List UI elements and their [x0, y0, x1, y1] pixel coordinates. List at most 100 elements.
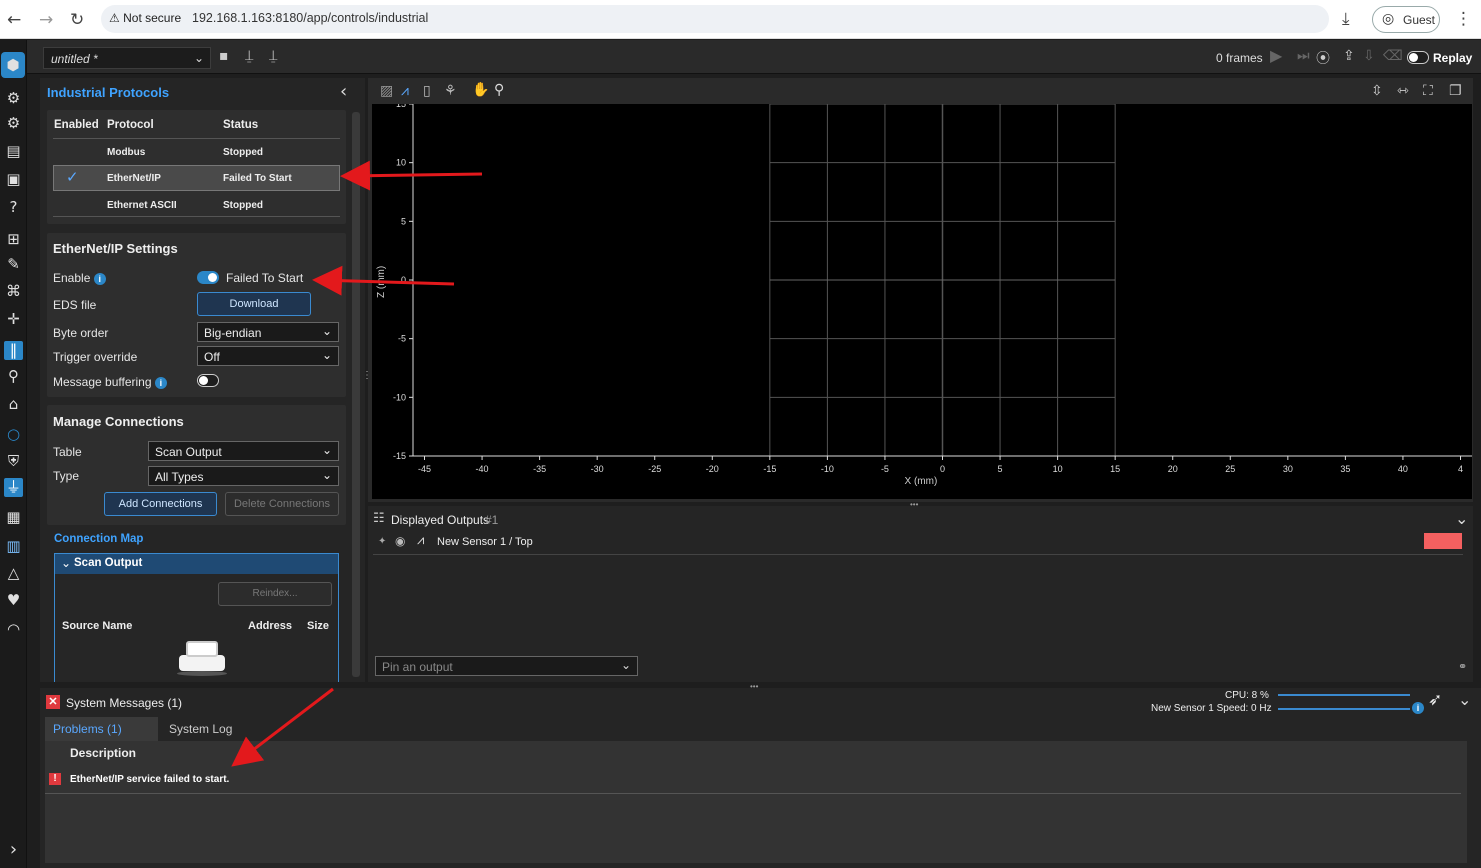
circle-icon[interactable]: ○ [4, 425, 23, 444]
tab-problems[interactable]: Problems (1) [45, 717, 158, 741]
output-name: New Sensor 1 / Top [437, 536, 533, 548]
profile-view-icon[interactable]: ⩘ [401, 83, 409, 99]
protocol-row-ethernet-ascii[interactable]: Ethernet ASCII Stopped [53, 193, 340, 217]
ethernet-ip-settings: EtherNet/IP Settings Enable i Failed To … [47, 233, 346, 397]
protocol-row-modbus[interactable]: Modbus Stopped [53, 140, 340, 164]
pin-icon[interactable]: ✦ [378, 536, 386, 547]
browser-menu-icon[interactable]: ⋮ [1455, 9, 1472, 29]
collapse-icon[interactable]: ⌄ [1455, 509, 1468, 528]
enable-label: Enable i [53, 271, 106, 285]
reindex-button[interactable]: Reindex... [218, 582, 332, 606]
rocket-icon[interactable]: ➶ [1428, 690, 1442, 710]
problem-row[interactable]: ! EtherNet/IP service failed to start. [45, 768, 1461, 794]
health-icon[interactable]: ♥ [4, 591, 23, 610]
type-select[interactable]: All Types ⌄ [148, 466, 339, 486]
fit-height-icon[interactable]: ⇳ [1371, 83, 1383, 99]
gauge-icon[interactable]: ◠ [4, 620, 23, 639]
not-secure-indicator[interactable]: ⚠ Not secure [109, 11, 181, 25]
address-bar[interactable]: ⚠ Not secure 192.168.1.163:8180/app/cont… [101, 5, 1329, 33]
dual-sensor-icon[interactable]: ⍊ [269, 48, 277, 64]
reload-icon[interactable]: ↻ [70, 10, 84, 30]
add-connections-button[interactable]: Add Connections [104, 492, 217, 516]
models-icon[interactable]: ⌘ [4, 282, 23, 301]
info-icon[interactable]: i [1412, 700, 1424, 714]
info-icon[interactable]: i [154, 376, 167, 389]
system-settings-icon[interactable]: ⚙ [4, 89, 23, 108]
protocol-status: Stopped [223, 200, 263, 211]
pin-output-select[interactable]: Pin an output ⌄ [375, 656, 638, 676]
tab-system-log[interactable]: System Log [158, 717, 253, 741]
protocol-row-ethernet-ip[interactable]: ✓ EtherNet/IP Failed To Start [53, 165, 340, 191]
expand-rail-icon[interactable]: › [4, 840, 23, 859]
play-icon[interactable]: ▶ [1270, 46, 1282, 65]
output-row[interactable]: ✦ ◉ ⩘ New Sensor 1 / Top [373, 532, 1463, 555]
url-text: 192.168.1.163:8180/app/controls/industri… [192, 11, 429, 25]
forward-icon[interactable]: → [39, 10, 53, 30]
profile-plot[interactable]: -45 -40 -35 -30 -25 -20 -15 -10 -5 0 5 10 15 20 25 30 35… [372, 104, 1472, 499]
replay-toggle[interactable] [1407, 51, 1429, 64]
protocol-header: Protocol [107, 119, 154, 131]
chevron-down-icon: ⌄ [321, 324, 332, 338]
download-button[interactable]: Download [197, 292, 311, 316]
clipboard-icon[interactable]: ▥ [4, 537, 23, 556]
check-icon: ✓ [66, 168, 79, 186]
toolbox-icon[interactable]: ▣ [4, 170, 23, 189]
scan-output-title: Scan Output [74, 557, 143, 569]
eye-icon[interactable]: ◉ [395, 534, 405, 548]
edit-icon[interactable]: ✎ [4, 255, 23, 274]
trigger-override-select[interactable]: Off ⌄ [197, 346, 339, 366]
record-icon[interactable]: ⦿ [1316, 48, 1330, 68]
x-tick-label: -45 [418, 464, 431, 474]
collapse-icon[interactable]: ⌄ [1458, 690, 1471, 709]
step-icon[interactable]: ⏭ [1297, 48, 1310, 64]
scan-output-header[interactable]: ⌄ Scan Output [55, 554, 338, 574]
upload-icon[interactable]: ⇪ [1343, 48, 1355, 64]
output-color-swatch[interactable] [1424, 533, 1462, 549]
x-tick-label: 4 [1458, 464, 1463, 474]
surface-view-icon[interactable]: ▯ [423, 83, 431, 99]
save-icon[interactable]: ▪ [219, 48, 229, 64]
probe-icon[interactable]: ⚲ [4, 367, 23, 386]
popout-icon[interactable]: ❐ [1449, 83, 1462, 99]
enable-toggle[interactable] [197, 271, 219, 284]
erase-icon[interactable]: ⌫ [1383, 48, 1403, 64]
3d-view-icon[interactable]: ⚘ [444, 83, 457, 99]
delete-connections-button[interactable]: Delete Connections [225, 492, 339, 516]
protocols-table: Enabled Protocol Status Modbus Stopped ✓… [47, 110, 346, 224]
files-icon[interactable]: ▤ [4, 142, 23, 161]
tool-icon[interactable]: ⌂ [4, 395, 23, 414]
profile-button[interactable]: ◎ Guest [1372, 6, 1440, 33]
fit-width-icon[interactable]: ⇿ [1397, 83, 1409, 99]
table-label: Table [53, 445, 82, 459]
pan-icon[interactable]: ✋ [472, 82, 489, 98]
file-selector[interactable]: untitled * ⌄ [43, 47, 211, 69]
byte-order-select[interactable]: Big-endian ⌄ [197, 322, 339, 342]
download-data-icon[interactable]: ⇩ [1363, 48, 1375, 64]
sensor-icon[interactable]: ⍊ [245, 48, 253, 64]
back-icon[interactable]: ← [7, 10, 21, 30]
measure-icon[interactable]: ‖ [4, 341, 23, 360]
table-select[interactable]: Scan Output ⌄ [148, 441, 339, 461]
fullscreen-icon[interactable]: ⛶ [1423, 83, 1433, 99]
image-view-icon[interactable]: ▨ [380, 83, 393, 99]
source-name-header: Source Name [62, 620, 133, 632]
link-icon[interactable]: ⚭ [1458, 660, 1467, 673]
network-icon[interactable]: ⊞ [4, 230, 23, 249]
scrollbar[interactable] [352, 112, 360, 677]
collapse-panel-icon[interactable]: ‹ [340, 81, 347, 102]
app-logo-icon[interactable]: ⬢ [1, 52, 25, 78]
trigger-override-label: Trigger override [53, 350, 138, 364]
industrial-icon[interactable]: ⏚ [4, 478, 23, 497]
gear-icon[interactable]: ⚙ [4, 114, 23, 133]
dashboard-icon[interactable]: ▦ [4, 508, 23, 527]
triangle-icon[interactable]: △ [4, 564, 23, 583]
shield-icon[interactable]: ⛨ [4, 452, 23, 471]
info-icon[interactable]: i [93, 272, 106, 285]
download-icon[interactable]: ⤓ [1342, 9, 1350, 29]
help-icon[interactable]: ? [4, 198, 23, 217]
message-buffering-toggle[interactable] [197, 374, 219, 387]
outputs-icon: ☷ [373, 511, 385, 526]
error-icon[interactable]: ✕ [46, 695, 60, 709]
zoom-icon[interactable]: ⚲ [494, 82, 504, 98]
align-icon[interactable]: ✛ [4, 310, 23, 329]
